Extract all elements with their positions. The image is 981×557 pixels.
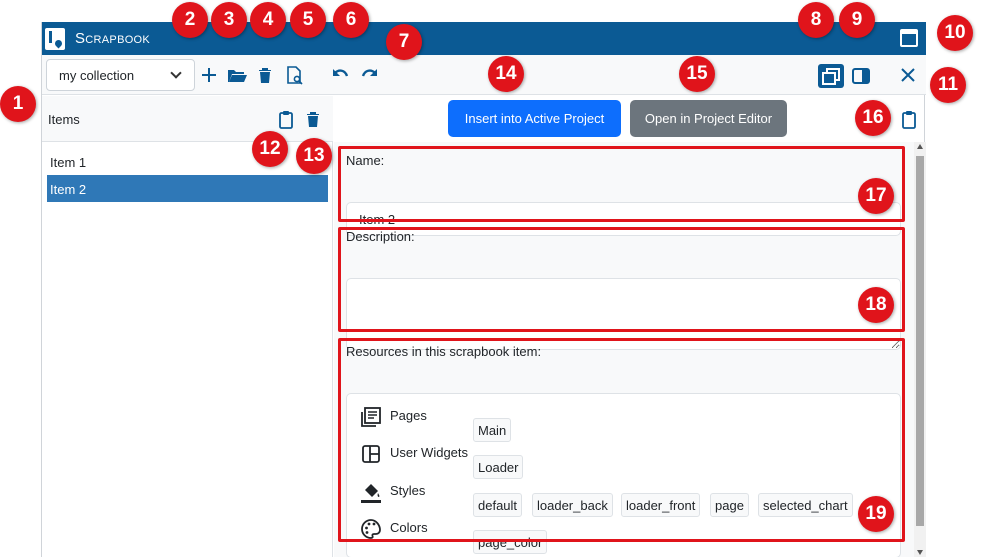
description-label: Description: (346, 229, 415, 244)
callout-marker: 17 (858, 178, 894, 214)
resources-box: Pages Main User Widgets Loader Styles de… (346, 393, 901, 557)
resource-type-label: User Widgets (390, 445, 469, 460)
resource-type-label: Styles (390, 483, 426, 498)
resource-tag: page_color (473, 530, 548, 554)
preview-button[interactable] (282, 63, 306, 87)
delete-item-button[interactable] (302, 108, 324, 130)
callout-marker: 11 (930, 67, 966, 103)
description-input[interactable] (346, 278, 901, 350)
scrapbook-icon (45, 28, 65, 50)
item-detail-panel: Insert into Active Project Open in Proje… (334, 96, 926, 557)
delete-collection-button[interactable] (253, 63, 277, 87)
list-item-selected[interactable]: Item 2 (47, 175, 328, 202)
callout-marker: 5 (290, 2, 326, 38)
clipboard-icon (279, 111, 293, 129)
callout-marker: 14 (488, 56, 524, 92)
maximize-icon[interactable] (900, 29, 918, 47)
callout-marker: 7 (386, 24, 422, 60)
toolbar: my collection (42, 55, 926, 95)
items-header: Items (42, 96, 333, 142)
detail-scroll-area: Name: Description: Resources in this scr… (334, 142, 926, 557)
dock-floating-toggle[interactable] (818, 64, 844, 88)
trash-icon (307, 112, 319, 127)
resource-tag: page (710, 493, 749, 517)
name-input[interactable] (346, 202, 901, 236)
file-search-icon (287, 66, 303, 85)
insert-into-project-button[interactable]: Insert into Active Project (448, 100, 621, 137)
resources-label: Resources in this scrapbook item: (346, 344, 542, 359)
scroll-down-arrow[interactable] (917, 550, 923, 555)
resource-type-label: Colors (390, 520, 428, 535)
resource-row-colors: Colors page_color (347, 518, 902, 554)
callout-marker: 3 (211, 2, 247, 38)
close-button[interactable] (896, 63, 920, 87)
clipboard-icon (902, 111, 916, 129)
windows-icon (822, 68, 840, 85)
open-collection-button[interactable] (225, 63, 249, 87)
resource-tag: loader_back (532, 493, 613, 517)
resource-row-widgets: User Widgets Loader (347, 443, 902, 479)
collection-select-value: my collection (59, 68, 135, 83)
callout-marker: 18 (858, 287, 894, 323)
resource-tag: Loader (473, 455, 524, 479)
resource-tag: default (473, 493, 523, 517)
callout-marker: 12 (252, 131, 288, 167)
palette-icon (361, 519, 381, 539)
resource-tag: loader_front (621, 493, 701, 517)
paint-bucket-icon (361, 484, 381, 503)
folder-open-icon (228, 70, 247, 82)
callout-marker: 4 (250, 2, 286, 38)
widgets-icon (362, 445, 380, 463)
sidebar-panel-icon (852, 68, 870, 84)
open-in-editor-button[interactable]: Open in Project Editor (630, 100, 787, 137)
callout-marker: 19 (858, 496, 894, 532)
plus-icon (202, 68, 216, 82)
scroll-up-arrow[interactable] (917, 144, 923, 149)
undo-icon (333, 69, 349, 77)
resource-row-styles: Styles default loader_back loader_front … (347, 481, 902, 517)
undo-button[interactable] (329, 63, 353, 87)
resource-type-label: Pages (390, 408, 427, 423)
callout-marker: 15 (679, 56, 715, 92)
resource-tag: selected_chart (758, 493, 853, 517)
callout-marker: 1 (0, 86, 36, 122)
close-icon (901, 68, 915, 82)
add-item-button[interactable] (197, 63, 221, 87)
callout-marker: 10 (937, 15, 973, 51)
trash-icon (259, 68, 271, 83)
app-title: Scrapbook (75, 30, 151, 47)
callout-marker: 9 (839, 2, 875, 38)
scroll-thumb[interactable] (916, 156, 924, 526)
chevron-down-icon (170, 67, 182, 79)
dock-side-toggle[interactable] (848, 64, 874, 88)
redo-button[interactable] (357, 63, 381, 87)
paste-item-button[interactable] (275, 108, 297, 130)
callout-marker: 8 (798, 2, 834, 38)
items-title: Items (48, 112, 80, 127)
scrapbook-window: Scrapbook my collection Items Item 1 Ite… (41, 22, 926, 557)
callout-marker: 6 (333, 2, 369, 38)
callout-marker: 2 (172, 2, 208, 38)
name-label: Name: (346, 153, 385, 168)
resource-tag: Main (473, 418, 512, 442)
redo-icon (361, 69, 377, 77)
scrollbar[interactable] (914, 142, 926, 557)
pages-icon (361, 407, 381, 427)
callout-marker: 16 (855, 100, 891, 136)
items-panel: Items Item 1 Item 2 (42, 96, 333, 557)
callout-marker: 13 (296, 138, 332, 174)
resource-row-pages: Pages Main (347, 406, 902, 442)
collection-select[interactable]: my collection (46, 59, 195, 91)
paste-resource-button[interactable] (898, 108, 920, 130)
